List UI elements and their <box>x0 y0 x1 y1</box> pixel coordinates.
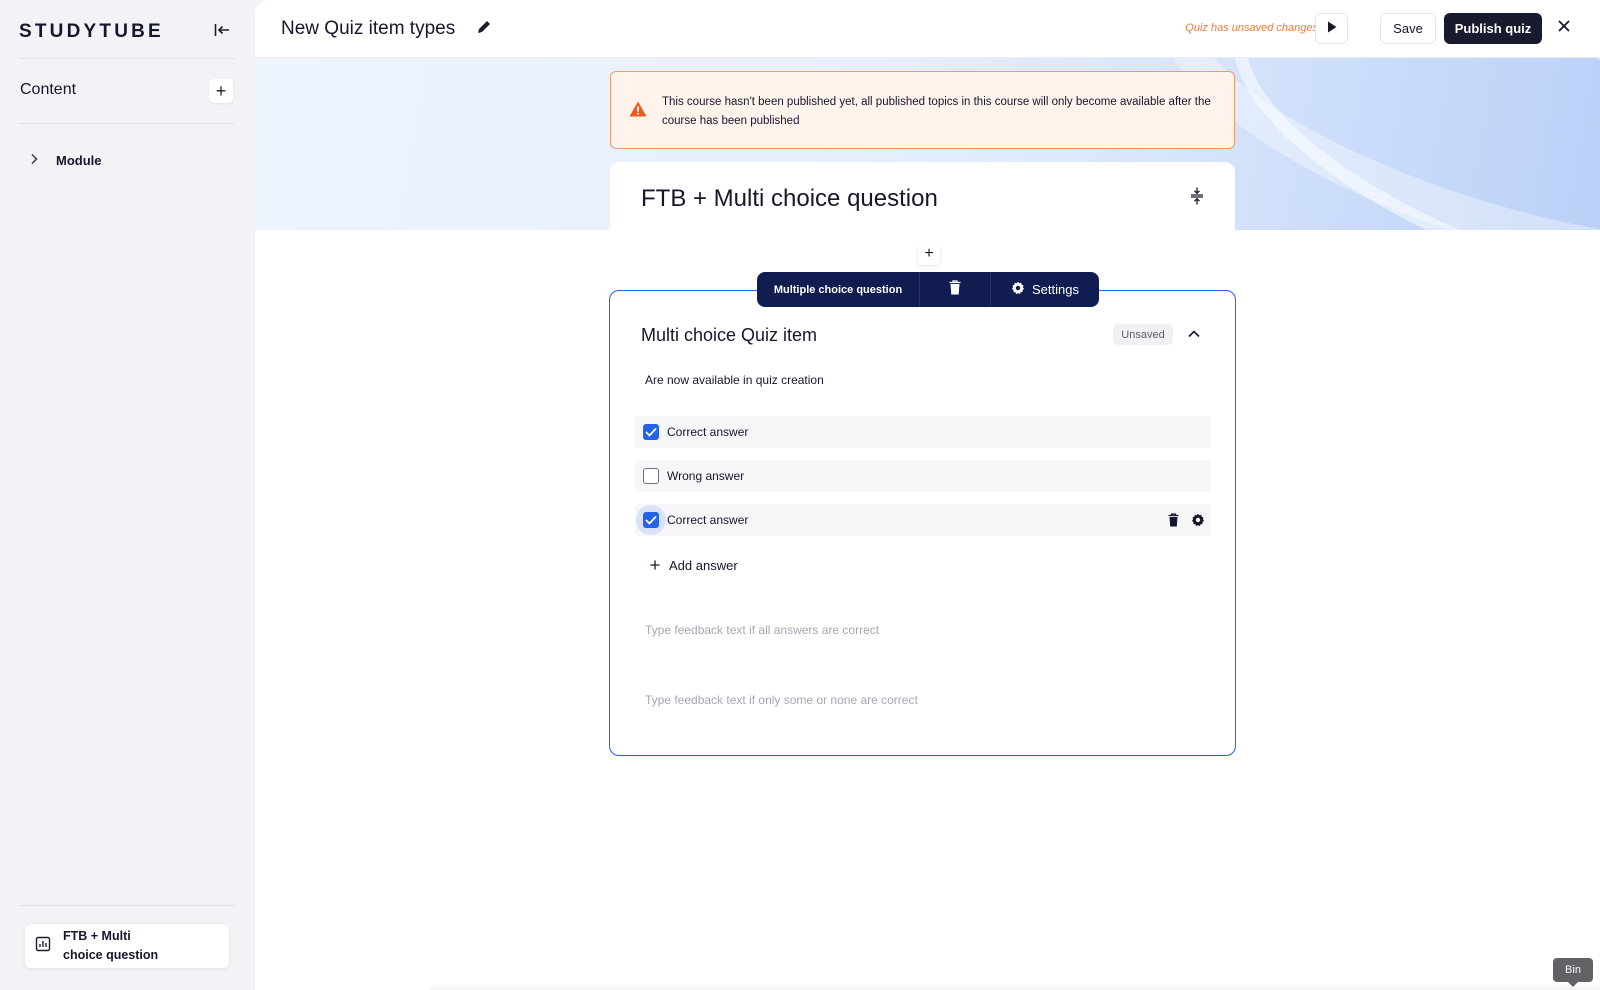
status-badge: Unsaved <box>1113 324 1173 345</box>
sidebar: STUDYTUBE Content + Module FTB + Multi c… <box>0 0 255 990</box>
answer-checkbox[interactable] <box>643 512 659 528</box>
answer-settings-button[interactable] <box>1191 513 1205 527</box>
answer-option[interactable]: Correct answer <box>635 504 1211 536</box>
top-bar: New Quiz item types Quiz has unsaved cha… <box>255 0 1600 58</box>
trash-icon <box>949 279 961 300</box>
bin-tooltip: Bin <box>1553 958 1593 987</box>
quiz-item-toolbar: Multiple choice question Settings <box>757 272 1099 307</box>
plus-icon <box>650 558 660 573</box>
answer-checkbox[interactable] <box>643 424 659 440</box>
quiz-item-title[interactable]: Multi choice Quiz item <box>641 325 817 346</box>
feedback-incorrect-field[interactable]: Type feedback text if only some or none … <box>645 693 918 707</box>
close-icon <box>1557 19 1571 38</box>
notice-text: This course hasn't been published yet, a… <box>662 96 1211 127</box>
settings-label: Settings <box>1032 282 1079 297</box>
gear-icon <box>1192 513 1204 526</box>
check-icon <box>645 515 657 525</box>
collapse-item-button[interactable] <box>1183 323 1205 345</box>
topic-title[interactable]: FTB + Multi choice question <box>641 185 938 213</box>
answer-option[interactable]: Wrong answer <box>635 460 1211 492</box>
question-type-selector[interactable]: Multiple choice question <box>757 284 919 296</box>
collapse-sidebar-button[interactable] <box>208 20 236 44</box>
add-content-button[interactable]: + <box>209 79 233 103</box>
play-icon <box>1327 20 1337 38</box>
chevron-right-icon <box>28 152 40 168</box>
sidebar-item-module[interactable]: Module <box>28 149 102 171</box>
check-icon <box>645 427 657 437</box>
publish-quiz-button[interactable]: Publish quiz <box>1444 13 1542 44</box>
answer-label[interactable]: Wrong answer <box>667 469 1211 483</box>
edit-title-button[interactable] <box>473 18 495 40</box>
content-heading: Content <box>20 81 77 98</box>
quiz-item-card: Multi choice Quiz item Unsaved Are now a… <box>609 290 1236 756</box>
sidebar-divider <box>19 905 235 906</box>
answer-checkbox-focus <box>635 505 666 535</box>
add-answer-label: Add answer <box>669 558 738 573</box>
add-answer-button[interactable]: Add answer <box>650 558 738 573</box>
answer-label[interactable]: Correct answer <box>667 513 1168 527</box>
unsaved-changes-note: Quiz has unsaved changes <box>1185 22 1318 34</box>
bottom-shadow <box>430 984 1600 990</box>
preview-button[interactable] <box>1315 13 1348 44</box>
topic-card: FTB + Multi choice question <box>610 162 1235 242</box>
sidebar-divider <box>19 123 235 124</box>
page-title: New Quiz item types <box>281 18 456 39</box>
answer-option[interactable]: Correct answer <box>635 416 1211 448</box>
gear-icon <box>1011 281 1025 298</box>
answer-checkbox[interactable] <box>643 468 659 484</box>
feedback-correct-field[interactable]: Type feedback text if all answers are co… <box>645 623 879 637</box>
studytube-logo: STUDYTUBE <box>19 21 164 42</box>
warning-icon <box>629 101 647 122</box>
trash-icon <box>1168 513 1179 527</box>
main-area: New Quiz item types Quiz has unsaved cha… <box>255 0 1600 990</box>
add-block-button[interactable]: + <box>918 243 940 265</box>
delete-answer-button[interactable] <box>1168 513 1179 527</box>
sidebar-item-label: Module <box>56 152 102 168</box>
save-button[interactable]: Save <box>1380 13 1436 44</box>
sidebar-topic-card[interactable]: FTB + Multi choice question <box>25 924 229 968</box>
sidebar-divider <box>19 58 235 59</box>
delete-item-button[interactable] <box>920 279 990 300</box>
item-settings-button[interactable]: Settings <box>991 281 1099 298</box>
close-button[interactable] <box>1552 16 1576 40</box>
collapse-all-button[interactable] <box>1185 186 1209 210</box>
collapse-sidebar-icon <box>214 23 230 42</box>
unpublished-course-notice: This course hasn't been published yet, a… <box>610 71 1235 149</box>
sidebar-topic-label: FTB + Multi choice question <box>63 929 159 962</box>
chevron-up-icon <box>1188 325 1200 343</box>
pencil-icon <box>476 19 492 40</box>
question-text[interactable]: Are now available in quiz creation <box>645 373 824 387</box>
chart-icon <box>35 936 51 957</box>
collapse-all-icon <box>1190 187 1204 210</box>
answer-label[interactable]: Correct answer <box>667 425 1211 439</box>
